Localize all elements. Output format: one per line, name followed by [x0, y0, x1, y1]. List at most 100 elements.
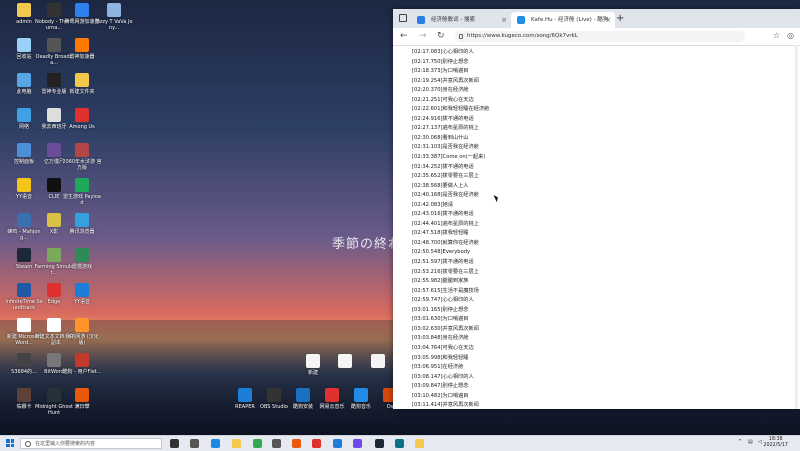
tab-actions-icon[interactable]	[399, 14, 407, 22]
lyric-line: [03:02.630]并意风再次新闻	[412, 325, 479, 332]
lyric-line: [02:31.103]是否我在经济舱	[412, 144, 479, 151]
start-button[interactable]	[6, 439, 14, 447]
url-text: https://www.kugeco.com/song/6Qk7vrkL	[467, 33, 578, 39]
desktop-icon[interactable]: YY语音	[62, 283, 102, 305]
mouse-cursor-icon	[493, 193, 500, 203]
back-icon[interactable]: ←	[400, 30, 408, 43]
lyric-line: [02:34.252]拨不通的电话	[412, 163, 474, 170]
system-clock[interactable]: 18:38 2022/5/17	[763, 437, 788, 449]
lyric-line: [03:03.848]身在经济舱	[412, 335, 469, 342]
desktop-icon[interactable]: 我的网游 (汉化版)	[62, 318, 102, 346]
app-icon	[75, 248, 89, 262]
app-icon	[75, 108, 89, 122]
app-icon	[17, 318, 31, 332]
app-icon	[47, 108, 61, 122]
app-icon	[47, 213, 61, 227]
new-tab-button[interactable]: +	[616, 12, 624, 26]
app-icon	[47, 73, 61, 87]
scrollbar[interactable]	[795, 45, 798, 409]
address-bar: ← → ↻ https://www.kugeco.com/song/6Qk7vr…	[393, 28, 800, 46]
desktop-icon[interactable]: 雷霆游戏	[62, 248, 102, 270]
desktop-icon[interactable]: 2060年水浒游 官方版	[62, 143, 102, 171]
lyric-line: [02:22.601]和我轻轻睡在经济舱	[412, 106, 490, 113]
app-icon	[75, 3, 89, 17]
desktop-icon-label: 我的网游 (汉化版)	[65, 334, 99, 346]
app-icon	[75, 38, 89, 52]
lyric-line: [02:50.548]Everybody	[412, 249, 471, 256]
forward-icon[interactable]: →	[419, 30, 427, 43]
network-icon[interactable]: ▤	[748, 439, 753, 445]
desktop-icon[interactable]: Tizzy T VaVa Jony...	[94, 3, 134, 31]
netease-icon[interactable]	[312, 439, 321, 448]
store-icon[interactable]	[272, 439, 281, 448]
desktop-icon-label: 雷生游戏 Payload	[63, 194, 101, 206]
desktop-icon-label: 新建	[307, 370, 318, 376]
app-icon	[47, 3, 61, 17]
app-icon	[338, 354, 352, 368]
tab-search[interactable]: 经济舱歌词 - 搜索 ×	[411, 12, 511, 28]
app-icon	[17, 388, 31, 402]
desktop-icon-label: 酷狗 - 用户Flet...	[62, 369, 102, 375]
tab-bar: 经济舱歌词 - 搜索 × Kafe.Hu - 经济舱 (Live) - 酷狗音.…	[393, 9, 800, 39]
app-icon	[17, 73, 31, 87]
lyrics-list: [02:17.083]心心相印的人 [02:17.750]别停止想念 [02:18.…	[412, 48, 489, 409]
explorer-icon[interactable]	[232, 439, 241, 448]
app-icon	[75, 178, 89, 192]
kugou-icon[interactable]	[292, 439, 301, 448]
desktop-file[interactable]	[358, 354, 398, 370]
steam-icon[interactable]	[375, 439, 384, 448]
lyric-line: [02:48.700]就算你在经济舱	[412, 239, 479, 246]
qq-icon[interactable]	[333, 439, 342, 448]
app-icon	[371, 354, 385, 368]
lyric-line: [02:53.216]拨零要在三层上	[412, 268, 479, 275]
chrome-icon[interactable]	[253, 439, 262, 448]
desktop-icon-label: 雷霆游戏	[71, 264, 92, 270]
lyric-line: [03:11.414]并意风再次新闻	[412, 402, 479, 409]
tab-kugou[interactable]: Kafe.Hu - 经济舱 (Live) - 酷狗音... ×	[511, 12, 615, 39]
lyric-line: [02:35.652]拨零要在三层上	[412, 173, 479, 180]
app-icon	[17, 178, 31, 192]
lyric-line: [03:04.764]可我心在天边	[412, 344, 474, 351]
app-icon	[47, 248, 61, 262]
app-10-icon[interactable]	[395, 439, 404, 448]
desktop-icon[interactable]: Among Us	[62, 108, 102, 130]
edge-icon[interactable]	[211, 439, 220, 448]
lyric-line: [02:17.750]别停止想念	[412, 58, 469, 65]
cortana-icon[interactable]	[170, 439, 179, 448]
app-icon	[17, 353, 31, 367]
folder-icon[interactable]	[415, 439, 424, 448]
refresh-icon[interactable]: ↻	[437, 30, 445, 43]
bing-icon	[417, 16, 425, 24]
app-icon	[17, 213, 31, 227]
desktop-icon[interactable]: 雷神加速器	[62, 38, 102, 60]
lyric-line: [03:06.951]在经济舱	[412, 364, 464, 371]
app-icon	[107, 3, 121, 17]
desktop-icon-label: 腾讯浏览器	[69, 229, 95, 235]
desktop-icon[interactable]: 腾讯浏览器	[62, 213, 102, 235]
lyric-line: [02:57.615]生活不是魔技场	[412, 287, 479, 294]
app-icon	[354, 388, 368, 402]
desktop-icon-label: YY语音	[73, 299, 91, 305]
lyric-line: [02:47.518]拨我轻轻睡	[412, 230, 469, 237]
page-content: [02:17.083]心心相印的人 [02:17.750]别停止想念 [02:18.…	[393, 45, 800, 409]
close-icon[interactable]: ×	[605, 12, 611, 28]
desktop-icon[interactable]: 新建文件夹	[62, 73, 102, 95]
close-icon[interactable]: ×	[501, 12, 507, 28]
desktop-icon[interactable]: 雷生游戏 Payload	[62, 178, 102, 206]
profile-icon[interactable]: ◎	[787, 31, 794, 40]
lyric-line: [02:38.568]要做人上人	[412, 182, 469, 189]
app-8-icon[interactable]	[353, 439, 362, 448]
task-view-icon[interactable]	[190, 439, 199, 448]
desktop-icon[interactable]: 满日攀	[62, 388, 102, 410]
lyric-line: [02:42.083]她请	[412, 201, 453, 208]
url-field[interactable]: https://www.kugeco.com/song/6Qk7vrkL	[455, 31, 745, 42]
app-icon	[75, 388, 89, 402]
taskbar-search-input[interactable]: 在这里输入你要搜索的内容	[20, 438, 162, 449]
volume-icon[interactable]: ◁	[758, 439, 762, 445]
tray-chevron-icon[interactable]: ^	[738, 439, 742, 445]
desktop-icon[interactable]: 酷狗 - 用户Flet...	[62, 353, 102, 375]
browser-window: 经济舱歌词 - 搜索 × Kafe.Hu - 经济舱 (Live) - 酷狗音.…	[393, 9, 800, 409]
app-icon	[306, 354, 320, 368]
lyric-line: [02:17.083]心心相印的人	[412, 49, 474, 55]
favorites-icon[interactable]: ☆	[773, 31, 780, 40]
